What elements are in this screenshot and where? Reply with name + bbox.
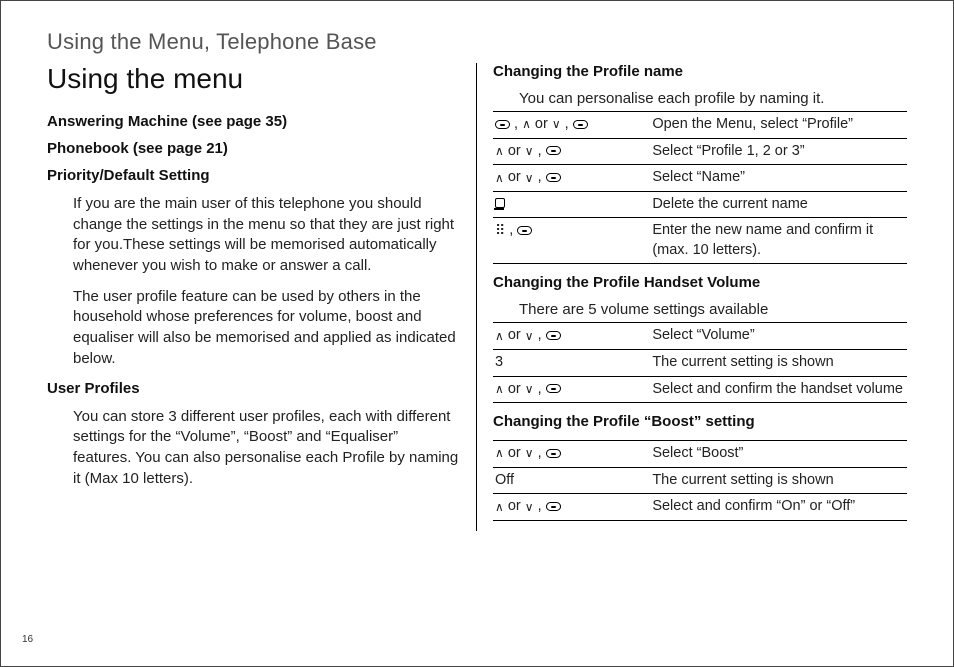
up-icon (495, 142, 504, 160)
main-title: Using the menu (47, 63, 460, 95)
table-row: or , Select “Volume” (493, 323, 907, 350)
down-icon (525, 380, 534, 398)
left-column: Using the menu Answering Machine (see pa… (47, 63, 477, 531)
instruction-text: The current setting is shown (650, 349, 907, 376)
table-row: Off The current setting is shown (493, 467, 907, 494)
instruction-text: Select “Name” (650, 165, 907, 192)
instruction-text: Open the Menu, select “Profile” (650, 112, 907, 139)
priority-paragraph-2: The user profile feature can be used by … (73, 287, 460, 370)
up-icon (522, 115, 531, 133)
menu-icon (546, 331, 561, 340)
content-columns: Using the menu Answering Machine (see pa… (47, 63, 907, 531)
table-row: , Enter the new name and confirm it (max… (493, 218, 907, 264)
heading-handset-volume: Changing the Profile Handset Volume (493, 274, 907, 291)
menu-icon (495, 120, 510, 129)
down-icon (525, 169, 534, 187)
instruction-text: Select “Profile 1, 2 or 3” (650, 138, 907, 165)
up-icon (495, 498, 504, 516)
table-row: 3 The current setting is shown (493, 349, 907, 376)
up-icon (495, 444, 504, 462)
up-icon (495, 169, 504, 187)
instruction-text: Delete the current name (650, 191, 907, 218)
table-row: Delete the current name (493, 191, 907, 218)
instruction-text: The current setting is shown (650, 467, 907, 494)
menu-icon (546, 173, 561, 182)
up-icon (495, 380, 504, 398)
right-column: Changing the Profile name You can person… (477, 63, 907, 531)
heading-answering-machine: Answering Machine (see page 35) (47, 113, 460, 130)
instruction-text: Select and confirm “On” or “Off” (650, 494, 907, 521)
down-icon (552, 115, 561, 133)
intro-profile-name: You can personalise each profile by nami… (519, 90, 907, 107)
heading-priority: Priority/Default Setting (47, 167, 460, 184)
menu-icon (546, 449, 561, 458)
table-boost: or , Select “Boost” Off The current sett… (493, 440, 907, 521)
user-profiles-paragraph: You can store 3 different user profiles,… (73, 407, 460, 490)
priority-paragraph-1: If you are the main user of this telepho… (73, 194, 460, 277)
table-row: or , Select “Boost” (493, 441, 907, 468)
table-row: or , Select and confirm “On” or “Off” (493, 494, 907, 521)
instruction-keys: 3 (493, 349, 650, 376)
heading-user-profiles: User Profiles (47, 380, 460, 397)
page-header: Using the Menu, Telephone Base (47, 29, 907, 55)
table-profile-name: , or , Open the Menu, select “Profile” o… (493, 111, 907, 264)
instruction-text: Enter the new name and confirm it (max. … (650, 218, 907, 264)
intro-volume: There are 5 volume settings available (519, 301, 907, 318)
table-row: or , Select and confirm the handset volu… (493, 376, 907, 403)
down-icon (525, 498, 534, 516)
table-row: , or , Open the Menu, select “Profile” (493, 112, 907, 139)
table-row: or , Select “Profile 1, 2 or 3” (493, 138, 907, 165)
instruction-text: Select “Boost” (650, 441, 907, 468)
up-icon (495, 327, 504, 345)
keypad-icon (495, 222, 505, 240)
menu-icon (573, 120, 588, 129)
table-row: or , Select “Name” (493, 165, 907, 192)
instruction-text: Select “Volume” (650, 323, 907, 350)
menu-icon (517, 226, 532, 235)
down-icon (525, 444, 534, 462)
menu-icon (546, 502, 561, 511)
down-icon (525, 327, 534, 345)
instruction-text: Select and confirm the handset volume (650, 376, 907, 403)
heading-phonebook: Phonebook (see page 21) (47, 140, 460, 157)
instruction-keys: Off (493, 467, 650, 494)
heading-boost: Changing the Profile “Boost” setting (493, 413, 907, 430)
table-volume: or , Select “Volume” 3 The current setti… (493, 322, 907, 403)
heading-profile-name: Changing the Profile name (493, 63, 907, 80)
down-icon (525, 142, 534, 160)
menu-icon (546, 146, 561, 155)
delete-icon (495, 198, 505, 210)
page-number: 16 (22, 634, 33, 645)
menu-icon (546, 384, 561, 393)
